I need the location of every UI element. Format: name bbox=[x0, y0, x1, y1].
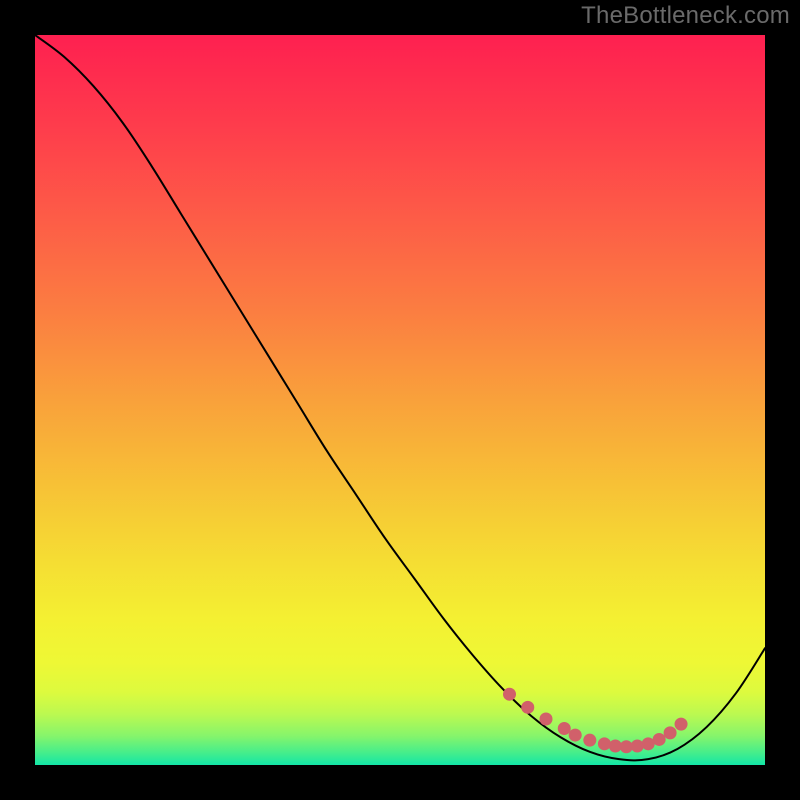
highlight-dot bbox=[558, 722, 571, 735]
watermark-label: TheBottleneck.com bbox=[581, 2, 790, 30]
highlight-dot bbox=[569, 729, 582, 742]
highlight-dot bbox=[653, 733, 666, 746]
highlight-dot bbox=[675, 718, 688, 731]
highlight-dot bbox=[503, 688, 516, 701]
plot-area bbox=[35, 35, 765, 765]
gradient-background bbox=[35, 35, 765, 765]
chart-svg bbox=[35, 35, 765, 765]
highlight-dot bbox=[598, 737, 611, 750]
highlight-dot bbox=[631, 740, 644, 753]
highlight-dot bbox=[583, 734, 596, 747]
chart-container: TheBottleneck.com bbox=[0, 0, 800, 800]
highlight-dot bbox=[664, 726, 677, 739]
highlight-dot bbox=[521, 701, 534, 714]
highlight-dot bbox=[540, 713, 553, 726]
